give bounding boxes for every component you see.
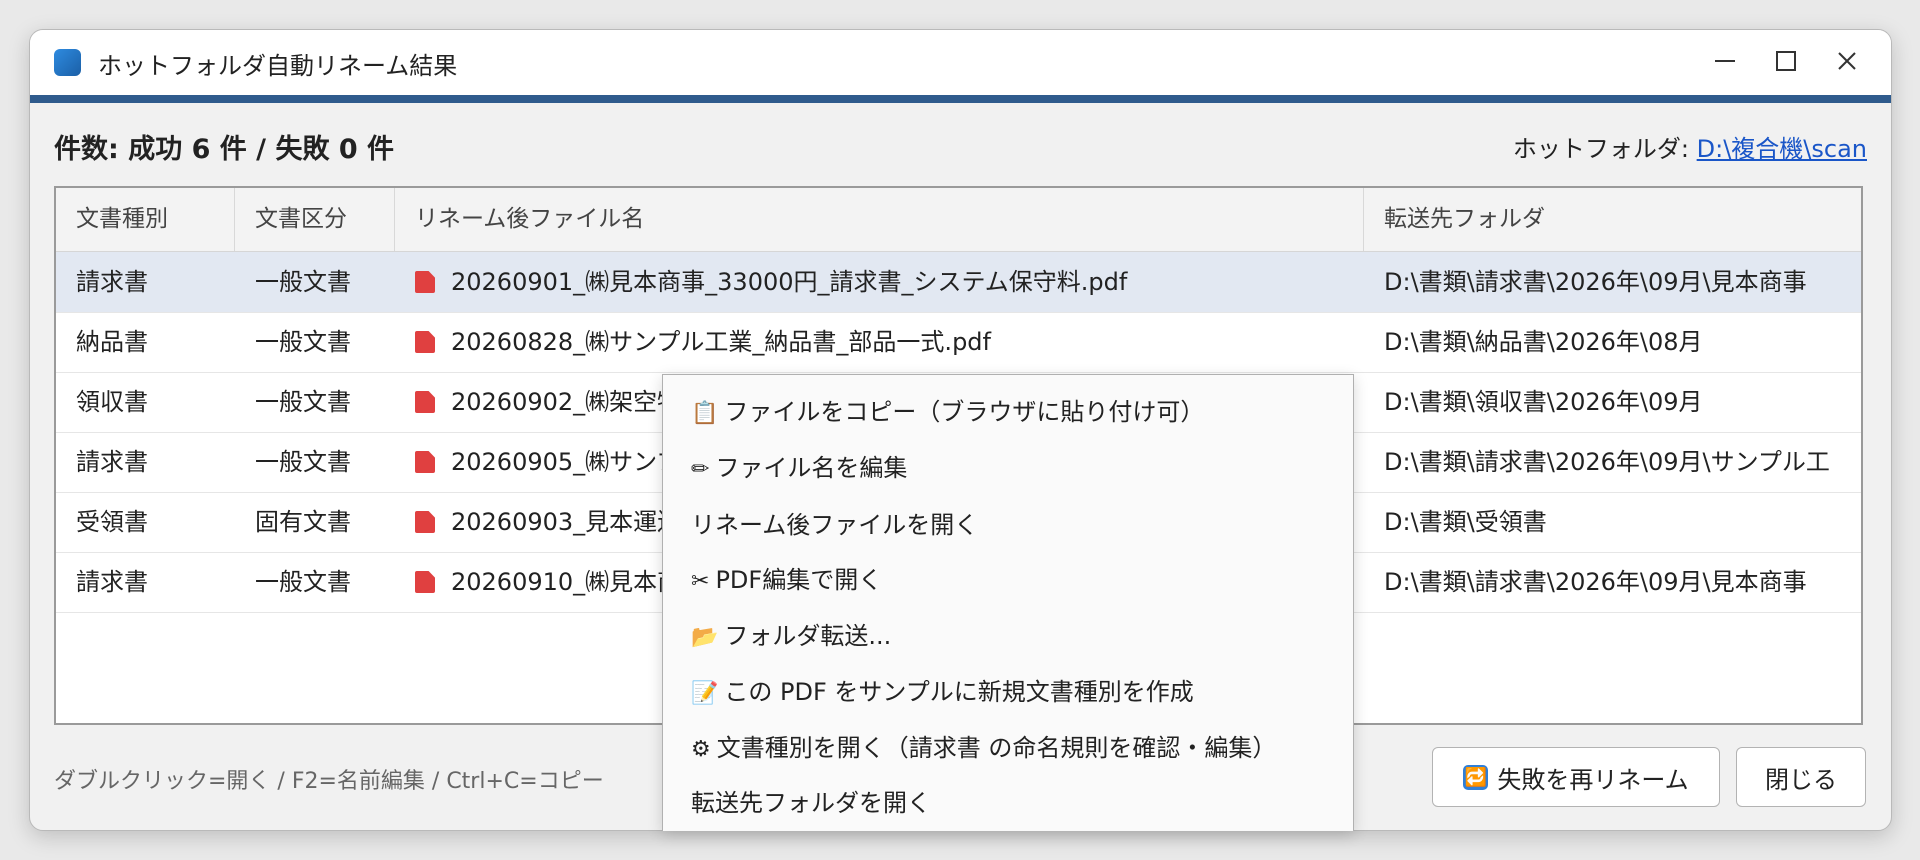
dest-folder-cell: D:\書類\請求書\2026年\09月\見本商事 <box>1384 568 1807 596</box>
memo-icon: 📝 <box>691 681 719 706</box>
minimize-button[interactable] <box>1698 38 1752 84</box>
accent-bar <box>30 95 1891 103</box>
menu-item-copy-file[interactable]: 📋 ファイルをコピー（ブラウザに貼り付け可） <box>691 392 1204 432</box>
retry-rename-label: 失敗を再リネーム <box>1497 765 1689 794</box>
doc-category-cell: 一般文書 <box>255 568 351 596</box>
retry-rename-button[interactable]: 🔁 失敗を再リネーム <box>1432 747 1720 807</box>
hotfolder-link[interactable]: D:\複合機\scan <box>1697 135 1867 163</box>
menu-item-label: 転送先フォルダを開く <box>691 789 931 817</box>
hotfolder-info: ホットフォルダ: D:\複合機\scan <box>1513 129 1867 164</box>
doc-category-cell: 一般文書 <box>255 328 351 356</box>
dest-folder-cell: D:\書類\納品書\2026年\08月 <box>1384 328 1703 356</box>
column-header-doc-type[interactable]: 文書種別 <box>56 188 235 251</box>
menu-item-create-doc-type[interactable]: 📝 この PDF をサンプルに新規文書種別を作成 <box>691 672 1194 712</box>
folder-open-icon: 📂 <box>691 625 719 650</box>
retry-icon: 🔁 <box>1463 764 1489 790</box>
menu-item-label: 文書種別を開く（請求書 の命名規則を確認・編集） <box>716 734 1277 762</box>
menu-item-label: ファイルをコピー（ブラウザに貼り付け可） <box>724 398 1205 426</box>
filename-text: 20260903_見本運送 <box>451 508 682 536</box>
menu-item-label: フォルダ転送... <box>724 622 892 650</box>
table-header: 文書種別 文書区分 リネーム後ファイル名 転送先フォルダ <box>56 188 1861 252</box>
clipboard-icon: 📋 <box>691 401 719 426</box>
menu-item-label: リネーム後ファイルを開く <box>691 511 979 539</box>
menu-item-edit-filename[interactable]: ✏ ファイル名を編集 <box>691 448 907 488</box>
menu-item-open-doc-type[interactable]: ⚙ 文書種別を開く（請求書 の命名規則を確認・編集） <box>691 728 1276 768</box>
context-menu: 📋 ファイルをコピー（ブラウザに貼り付け可） ✏ ファイル名を編集 リネーム後ファイ… <box>662 374 1354 831</box>
maximize-button[interactable] <box>1759 38 1813 84</box>
doc-type-cell: 受領書 <box>76 508 148 536</box>
doc-type-cell: 請求書 <box>76 268 148 296</box>
doc-type-cell: 請求書 <box>76 448 148 476</box>
close-icon <box>1838 52 1856 70</box>
scissors-icon: ✂ <box>691 569 710 594</box>
doc-category-cell: 一般文書 <box>255 448 351 476</box>
hotfolder-label: ホットフォルダ: <box>1512 135 1697 163</box>
menu-item-label: この PDF をサンプルに新規文書種別を作成 <box>724 678 1194 706</box>
filename-text: 20260910_㈱見本商 <box>451 568 682 596</box>
maximize-icon <box>1776 51 1796 71</box>
pdf-file-icon <box>415 511 435 533</box>
doc-category-cell: 固有文書 <box>255 508 351 536</box>
menu-item-open-pdf-editor[interactable]: ✂ PDF編集で開く <box>691 560 882 600</box>
column-header-filename[interactable]: リネーム後ファイル名 <box>395 188 1364 251</box>
menu-item-folder-transfer[interactable]: 📂 フォルダ転送... <box>691 616 891 656</box>
title-bar: ホットフォルダ自動リネーム結果 <box>30 30 1891 95</box>
menu-item-open-dest-folder[interactable]: 転送先フォルダを開く <box>691 783 931 823</box>
summary-count: 件数: 成功 6 件 / 失敗 0 件 <box>54 134 395 165</box>
doc-category-cell: 一般文書 <box>255 388 351 416</box>
doc-type-cell: 請求書 <box>76 568 148 596</box>
dest-folder-cell: D:\書類\受領書 <box>1384 508 1547 536</box>
shortcut-hint: ダブルクリック=開く / F2=名前編集 / Ctrl+C=コピー <box>54 769 604 794</box>
filename-cell: 20260901_㈱見本商事_33000円_請求書_システム保守料.pdf <box>395 252 1364 312</box>
dest-folder-cell: D:\書類\請求書\2026年\09月\サンプル工 <box>1384 448 1830 476</box>
pdf-file-icon <box>415 331 435 353</box>
column-header-doc-category[interactable]: 文書区分 <box>235 188 395 251</box>
window-title: ホットフォルダ自動リネーム結果 <box>98 52 458 80</box>
pdf-file-icon <box>415 451 435 473</box>
table-row[interactable]: 請求書 一般文書 20260901_㈱見本商事_33000円_請求書_システム保… <box>56 252 1861 313</box>
filename-text: 20260828_㈱サンプル工業_納品書_部品一式.pdf <box>451 328 991 356</box>
filename-text: 20260901_㈱見本商事_33000円_請求書_システム保守料.pdf <box>451 268 1128 296</box>
pencil-icon: ✏ <box>691 457 710 482</box>
app-icon <box>54 49 81 76</box>
pdf-file-icon <box>415 271 435 293</box>
minimize-icon <box>1715 60 1735 62</box>
close-window-button[interactable] <box>1820 38 1874 84</box>
column-header-dest-folder[interactable]: 転送先フォルダ <box>1364 188 1861 251</box>
dest-folder-cell: D:\書類\領収書\2026年\09月 <box>1384 388 1703 416</box>
close-button[interactable]: 閉じる <box>1736 747 1866 807</box>
menu-item-open-renamed-file[interactable]: リネーム後ファイルを開く <box>691 505 978 545</box>
gear-icon: ⚙ <box>691 737 711 762</box>
filename-cell: 20260828_㈱サンプル工業_納品書_部品一式.pdf <box>395 312 1364 372</box>
doc-type-cell: 領収書 <box>76 388 148 416</box>
filename-text: 20260905_㈱サンプ <box>451 448 681 476</box>
pdf-file-icon <box>415 391 435 413</box>
doc-category-cell: 一般文書 <box>255 268 351 296</box>
pdf-file-icon <box>415 571 435 593</box>
menu-item-label: ファイル名を編集 <box>715 454 908 482</box>
dest-folder-cell: D:\書類\請求書\2026年\09月\見本商事 <box>1384 268 1807 296</box>
table-row[interactable]: 納品書 一般文書 20260828_㈱サンプル工業_納品書_部品一式.pdf D… <box>56 312 1861 373</box>
doc-type-cell: 納品書 <box>76 328 148 356</box>
menu-item-label: PDF編集で開く <box>715 566 883 594</box>
